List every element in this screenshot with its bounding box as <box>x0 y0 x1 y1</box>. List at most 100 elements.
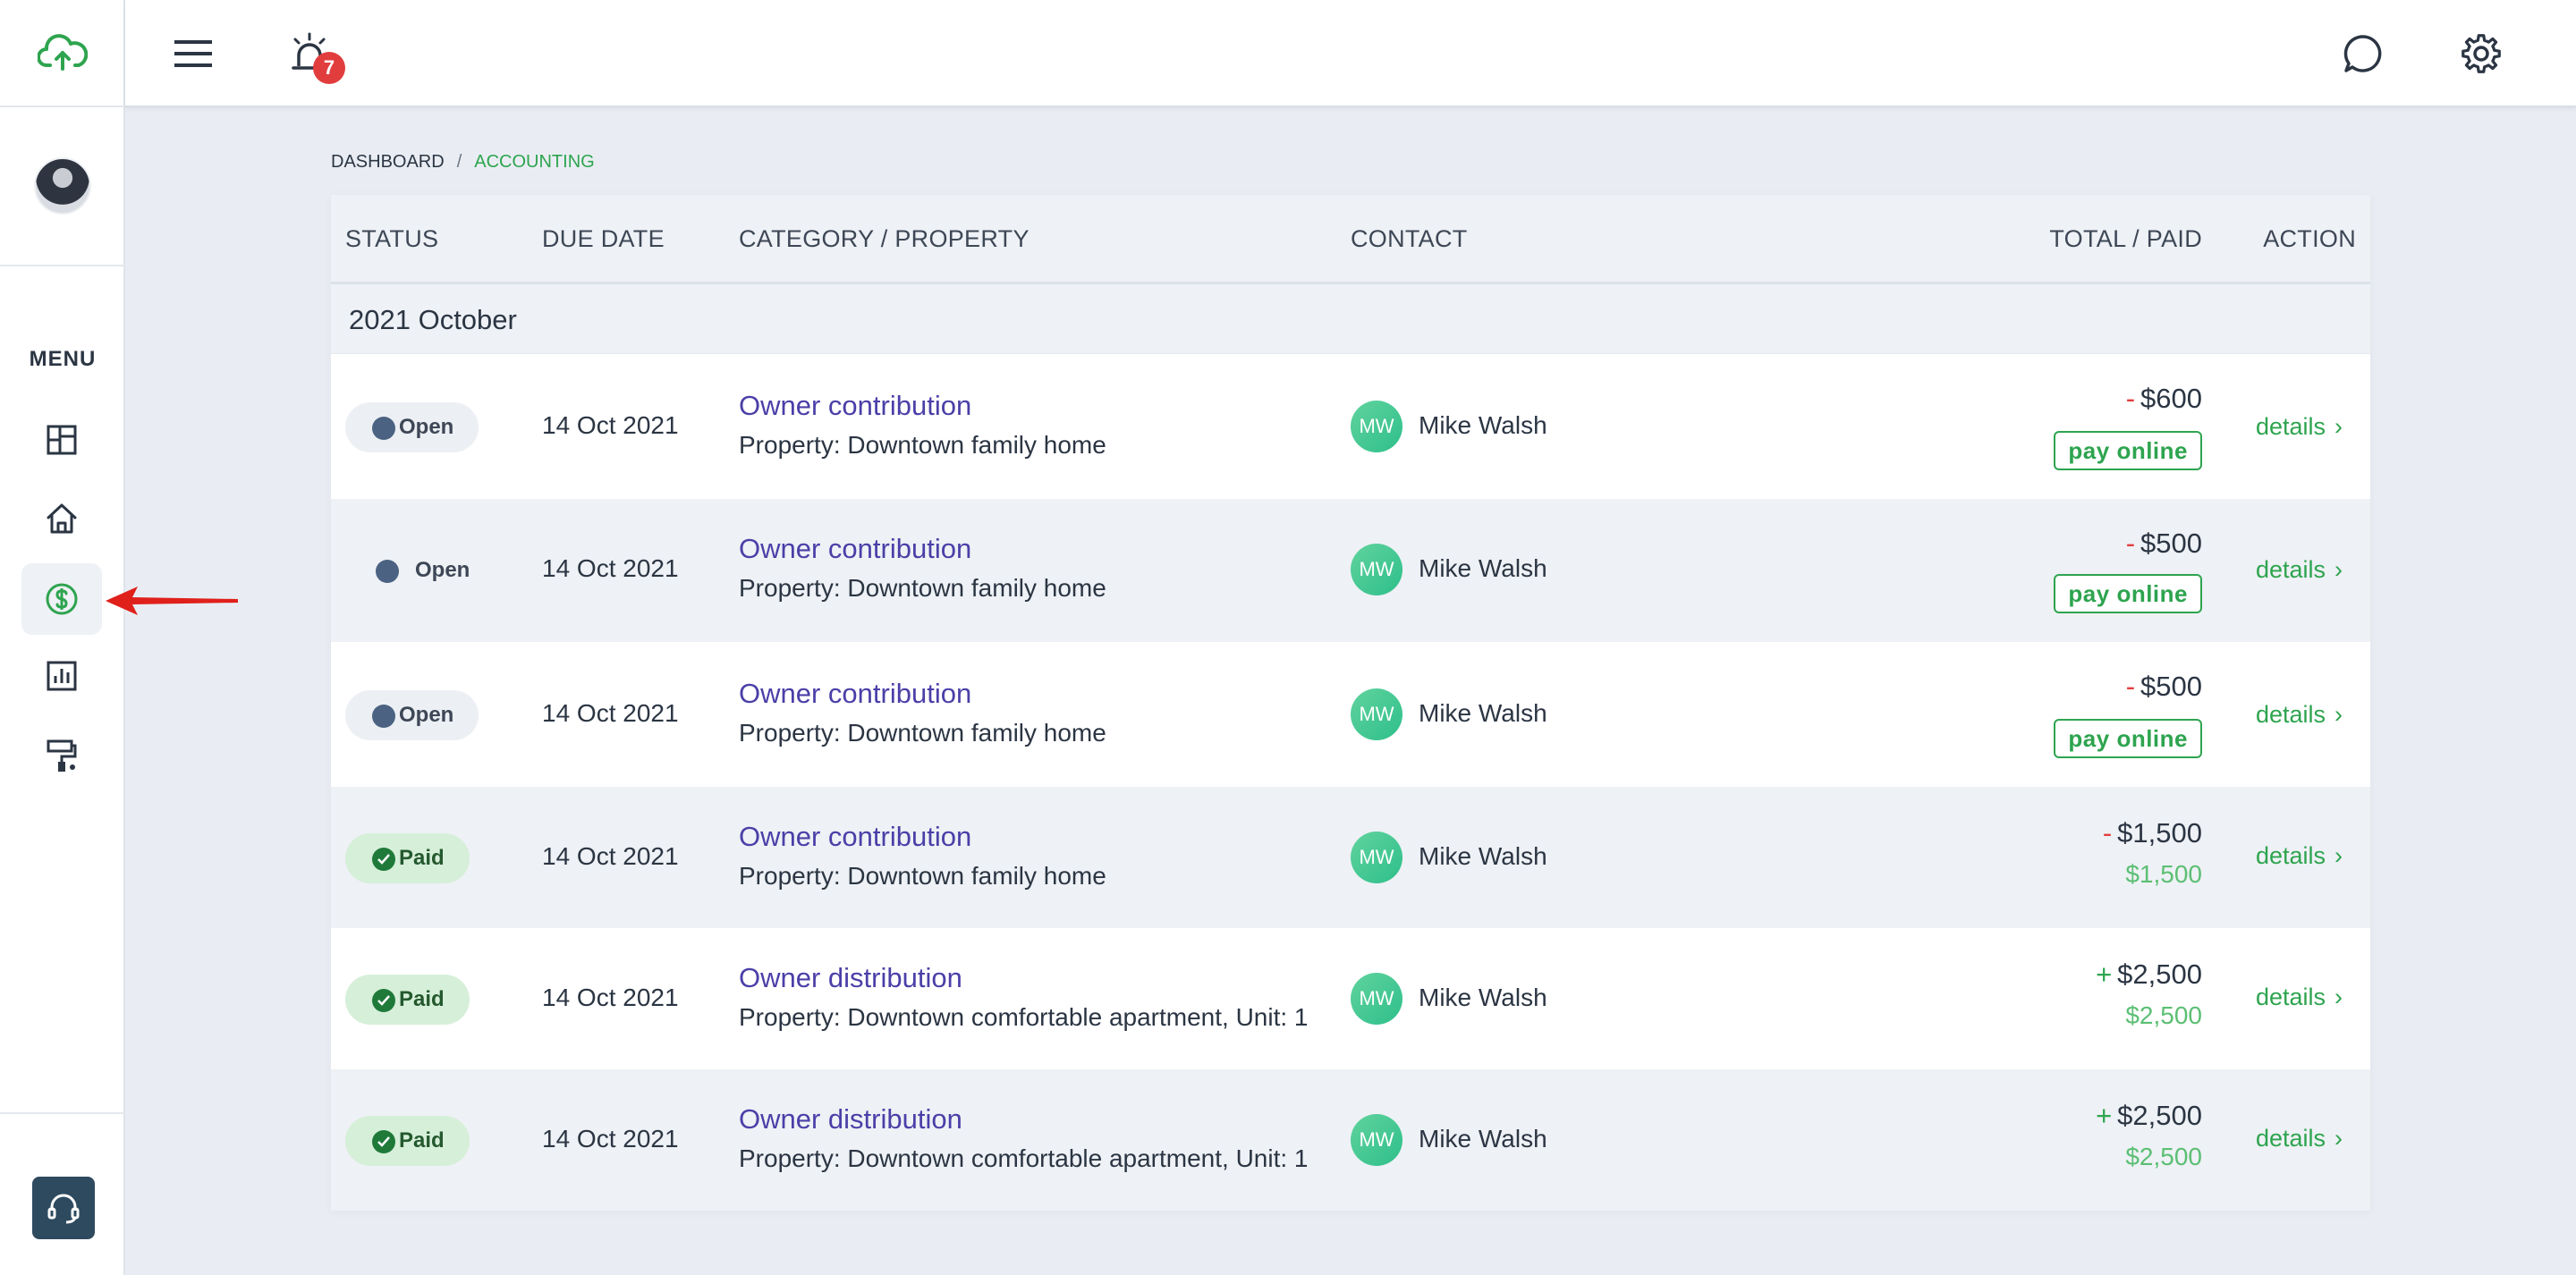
category-link[interactable]: Owner contribution <box>739 678 971 710</box>
paint-roller-icon <box>47 739 77 772</box>
table-row[interactable]: Open 14 Oct 2021 Owner contribution Prop… <box>331 499 2370 642</box>
avatar[interactable] <box>34 157 91 215</box>
amount-sign: - <box>2125 671 2136 702</box>
contact-avatar: MW <box>1351 401 1402 452</box>
sidebar-item-maintenance[interactable] <box>21 721 102 792</box>
sidebar-item-reports[interactable] <box>21 640 102 712</box>
sidebar-divider <box>0 1112 125 1114</box>
due-date: 14 Oct 2021 <box>542 842 679 870</box>
chat-button[interactable] <box>2334 25 2392 82</box>
paid-amount: $2,500 <box>2125 1001 2202 1029</box>
details-link[interactable]: details › <box>2256 984 2343 1011</box>
status-badge: Paid <box>345 1116 470 1166</box>
property-text: Property: Downtown comfortable apartment… <box>739 1144 1309 1172</box>
status-dot-icon <box>372 417 395 440</box>
due-date: 14 Oct 2021 <box>542 984 679 1011</box>
column-action: ACTION <box>2263 225 2356 252</box>
contact-avatar: MW <box>1351 688 1402 740</box>
table-header: STATUS DUE DATE CATEGORY / PROPERTY CONT… <box>331 195 2370 284</box>
menu-label: MENU <box>29 347 97 371</box>
gear-icon <box>2462 34 2501 73</box>
breadcrumb: DASHBOARD / ACCOUNTING <box>331 152 595 173</box>
property-text: Property: Downtown family home <box>739 719 1106 747</box>
category-link[interactable]: Owner contribution <box>739 390 971 422</box>
notifications-button[interactable]: 7 <box>283 25 345 84</box>
pay-online-button[interactable]: pay online <box>2054 719 2202 758</box>
details-link[interactable]: details › <box>2256 413 2343 441</box>
amount-value: $2,500 <box>2117 958 2202 990</box>
chevron-right-icon: › <box>2334 1125 2343 1152</box>
breadcrumb-dashboard[interactable]: DASHBOARD <box>331 152 445 173</box>
settings-button[interactable] <box>2453 25 2510 82</box>
table-row[interactable]: Paid 14 Oct 2021 Owner distribution Prop… <box>331 928 2370 1069</box>
due-date: 14 Oct 2021 <box>542 699 679 727</box>
status-badge: Paid <box>345 833 470 883</box>
sidebar-item-properties[interactable] <box>21 483 102 554</box>
table-row[interactable]: Open 14 Oct 2021 Owner contribution Prop… <box>331 642 2370 787</box>
sidebar-item-dashboard[interactable] <box>21 404 102 476</box>
contact-avatar: MW <box>1351 832 1402 883</box>
column-due-date: DUE DATE <box>542 225 665 252</box>
total-amount: + $2,500 <box>2096 958 2202 991</box>
sidebar-item-accounting[interactable] <box>21 563 102 635</box>
menu-icon <box>174 40 212 67</box>
accounting-table: STATUS DUE DATE CATEGORY / PROPERTY CONT… <box>331 195 2370 1211</box>
pay-online-button[interactable]: pay online <box>2054 431 2202 470</box>
table-row[interactable]: Paid 14 Oct 2021 Owner contribution Prop… <box>331 787 2370 928</box>
annotation-arrow-icon <box>106 587 238 615</box>
user-avatar-section <box>0 107 125 266</box>
due-date: 14 Oct 2021 <box>542 554 679 582</box>
details-label: details <box>2256 701 2326 728</box>
details-label: details <box>2256 842 2326 869</box>
chevron-right-icon: › <box>2334 984 2343 1010</box>
notification-badge: 7 <box>313 52 345 84</box>
details-label: details <box>2256 984 2326 1010</box>
amount-value: $2,500 <box>2117 1100 2202 1131</box>
amount-sign: - <box>2125 383 2136 414</box>
total-amount: + $2,500 <box>2096 1100 2202 1132</box>
contact-name: Mike Walsh <box>1419 554 1547 582</box>
menu-toggle-button[interactable] <box>165 25 222 82</box>
amount-sign: - <box>2125 528 2136 559</box>
chevron-right-icon: › <box>2334 701 2343 728</box>
column-category: CATEGORY / PROPERTY <box>739 225 1030 252</box>
group-row: 2021 October <box>331 284 2370 354</box>
top-bar: 7 <box>125 0 2576 107</box>
details-link[interactable]: details › <box>2256 701 2343 729</box>
status-label: Paid <box>399 987 445 1011</box>
column-status: STATUS <box>345 225 439 252</box>
chevron-right-icon: › <box>2334 556 2343 583</box>
amount-value: $500 <box>2140 671 2202 702</box>
status-label: Open <box>415 558 470 582</box>
property-text: Property: Downtown comfortable apartment… <box>739 1003 1309 1031</box>
contact-name: Mike Walsh <box>1419 411 1547 439</box>
breadcrumb-separator: / <box>456 152 462 172</box>
property-text: Property: Downtown family home <box>739 574 1106 602</box>
dollar-circle-icon <box>46 583 78 615</box>
category-link[interactable]: Owner contribution <box>739 821 971 853</box>
support-button[interactable] <box>32 1177 95 1239</box>
chevron-right-icon: › <box>2334 842 2343 869</box>
check-circle-icon <box>372 1130 395 1153</box>
amount-value: $600 <box>2140 383 2202 414</box>
category-link[interactable]: Owner contribution <box>739 533 971 565</box>
status-label: Paid <box>399 846 445 870</box>
details-link[interactable]: details › <box>2256 1125 2343 1153</box>
paid-amount: $2,500 <box>2125 1143 2202 1170</box>
status-badge: Open <box>345 402 479 452</box>
details-link[interactable]: details › <box>2256 556 2343 584</box>
amount-sign: + <box>2096 1100 2113 1131</box>
status-label: Open <box>399 703 454 727</box>
status-badge: Open <box>345 690 479 740</box>
category-link[interactable]: Owner distribution <box>739 962 962 994</box>
table-row[interactable]: Paid 14 Oct 2021 Owner distribution Prop… <box>331 1069 2370 1211</box>
status-label: Open <box>399 415 454 439</box>
amount-value: $500 <box>2140 528 2202 559</box>
pay-online-button[interactable]: pay online <box>2054 574 2202 613</box>
logo[interactable] <box>0 0 125 107</box>
total-amount: - $600 <box>2126 383 2202 415</box>
dashboard-grid-icon <box>47 425 77 455</box>
details-link[interactable]: details › <box>2256 842 2343 870</box>
table-row[interactable]: Open 14 Oct 2021 Owner contribution Prop… <box>331 354 2370 499</box>
category-link[interactable]: Owner distribution <box>739 1103 962 1136</box>
